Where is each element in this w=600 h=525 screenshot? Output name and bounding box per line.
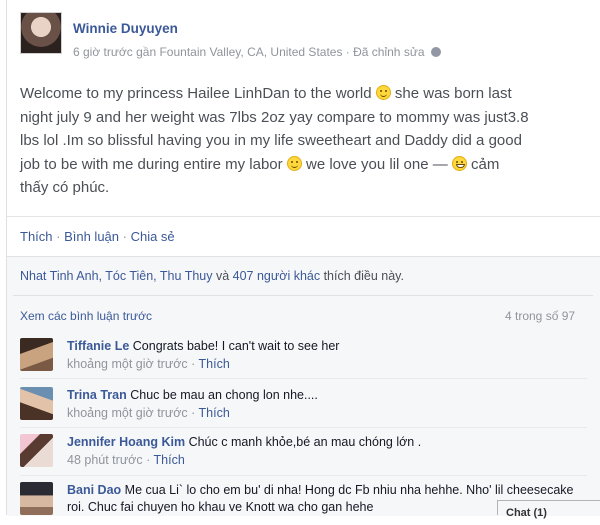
likes-sentence: Nhat Tinh Anh, Tóc Tiên, Thu Thuy và 407…: [20, 269, 404, 283]
post-line: Welcome to my princess Hailee LinhDan to…: [20, 85, 372, 102]
divider: [20, 427, 587, 428]
commenter-name[interactable]: Jennifer Hoang Kim: [67, 435, 185, 449]
comment-count: 4 trong số 97: [505, 309, 576, 323]
comment-body: Trina Tran Chuc be mau an chong lon nhe.…: [67, 387, 587, 404]
comment-meta: khoảng một giờ trước · Thích: [67, 357, 230, 371]
comment-text: Congrats babe! I can't wait to see her: [132, 339, 340, 353]
comment-like-link[interactable]: Thích: [199, 357, 230, 371]
comment-link[interactable]: Bình luận: [64, 229, 119, 244]
commenter-name[interactable]: Bani Dao: [67, 483, 121, 497]
commenter-avatar[interactable]: [20, 387, 53, 420]
commenter-name[interactable]: Tiffanie Le: [67, 339, 129, 353]
story-card: Winnie Duyuyen 6 giờ trước gần Fountain …: [6, 0, 600, 519]
commenter-avatar[interactable]: [20, 434, 53, 467]
likes-suffix: thích điều này.: [320, 269, 404, 283]
divider: [20, 475, 587, 476]
comment-meta: 48 phút trước · Thích: [67, 453, 185, 467]
comment-text: Chúc c manh khỏe,bé an mau chóng lớn .: [188, 435, 422, 449]
post-meta: 6 giờ trước gần Fountain Valley, CA, Uni…: [73, 45, 441, 59]
feeling-text: thấy có phúc.: [20, 179, 110, 196]
comment-time[interactable]: 48 phút trước: [67, 453, 143, 467]
globe-icon[interactable]: [430, 47, 441, 57]
comment: Jennifer Hoang Kim Chúc c manh khỏe,bé a…: [20, 434, 590, 468]
post-meta-text[interactable]: 6 giờ trước gần Fountain Valley, CA, Uni…: [73, 45, 425, 59]
divider: [13, 295, 593, 296]
comment-meta: khoảng một giờ trước · Thích: [67, 406, 230, 420]
view-previous-comments-link[interactable]: Xem các bình luận trước: [20, 309, 152, 323]
chat-tab[interactable]: Chat (1): [497, 500, 600, 519]
post-line: we love you lil one —: [301, 155, 448, 173]
comment-body: Jennifer Hoang Kim Chúc c manh khỏe,bé a…: [67, 434, 587, 451]
comment-like-link[interactable]: Thích: [199, 406, 230, 420]
commenter-name[interactable]: Trina Tran: [67, 388, 127, 402]
comment: Tiffanie Le Congrats babe! I can't wait …: [20, 338, 590, 372]
comment-text: Chuc be mau an chong lon nhe....: [130, 388, 318, 402]
like-link[interactable]: Thích: [20, 229, 53, 244]
comment: Trina Tran Chuc be mau an chong lon nhe.…: [20, 387, 590, 421]
post-line: lbs lol .Im so blissful having you in my…: [20, 132, 522, 149]
likers-others-link[interactable]: 407 người khác: [233, 269, 320, 283]
post-line: she was born last: [390, 85, 512, 102]
divider: [20, 378, 587, 379]
blessed-feeling-icon: [451, 155, 467, 171]
smiley-icon: [375, 85, 391, 100]
separator-dot: ·: [119, 229, 131, 244]
author-avatar[interactable]: [20, 12, 62, 54]
action-bar: Thích · Bình luận · Chia sẻ: [20, 229, 175, 244]
post-line: night july 9 and her weight was 7lbs 2oz…: [20, 108, 529, 126]
author-name[interactable]: Winnie Duyuyen: [73, 21, 178, 36]
divider: [7, 216, 600, 217]
comment-time[interactable]: khoảng một giờ trước: [67, 406, 188, 420]
feeling-text: cảm: [466, 155, 500, 173]
separator-dot: ·: [52, 229, 65, 244]
smiley-icon: [286, 155, 302, 171]
share-link[interactable]: Chia sẻ: [131, 229, 175, 244]
likers-names[interactable]: Nhat Tinh Anh, Tóc Tiên, Thu Thuy: [20, 269, 212, 283]
commenter-avatar[interactable]: [20, 338, 53, 371]
post-message: Welcome to my princess Hailee LinhDan to…: [20, 82, 580, 200]
comment-time[interactable]: khoảng một giờ trước: [67, 357, 188, 371]
commenter-avatar[interactable]: [20, 482, 53, 515]
comment-like-link[interactable]: Thích: [154, 453, 185, 467]
likes-and: và: [212, 269, 233, 283]
post-line: job to be with me during entire my labor: [20, 155, 283, 173]
comment-body: Tiffanie Le Congrats babe! I can't wait …: [67, 338, 587, 355]
